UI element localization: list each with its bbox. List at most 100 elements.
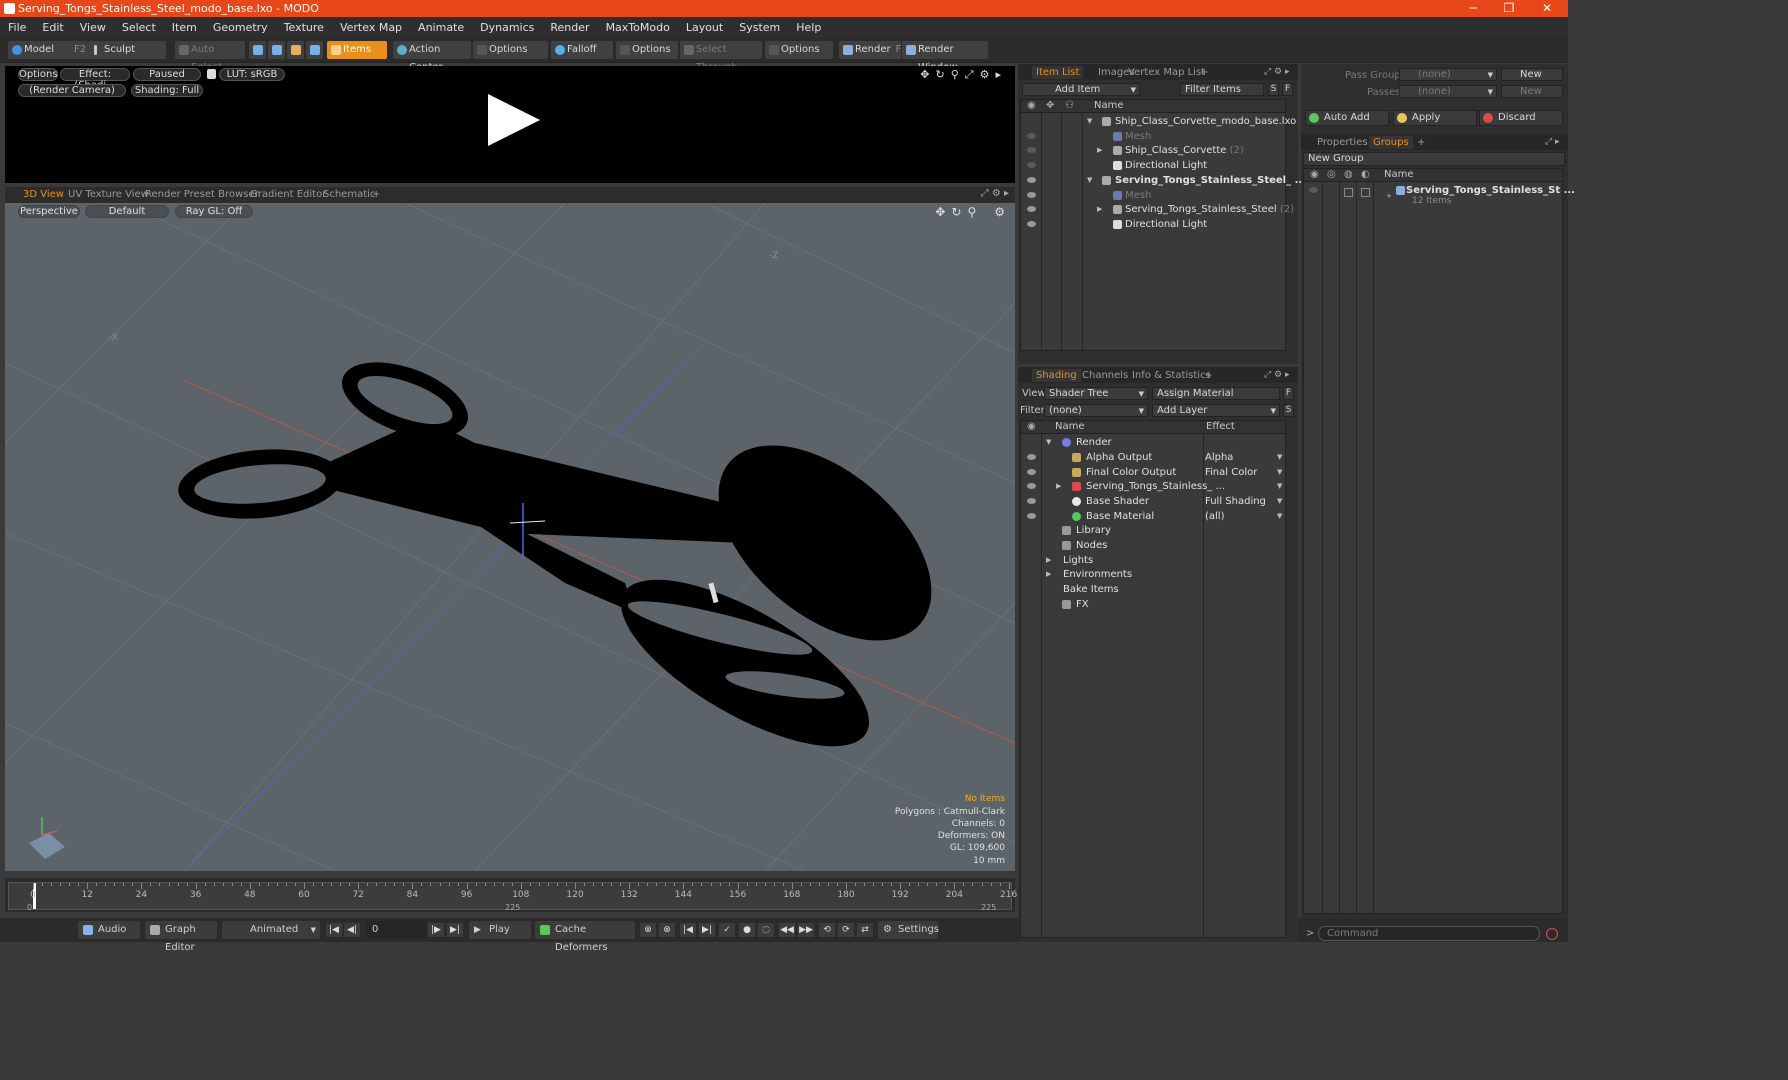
next-keyframe-icon[interactable]: ▶| bbox=[699, 923, 715, 937]
pan-icon[interactable]: ✥ bbox=[935, 205, 945, 219]
previous-key-icon[interactable]: ◀| bbox=[344, 923, 360, 937]
panel-controls-icon[interactable]: ⤢ ⚙ ▸ bbox=[1264, 370, 1290, 380]
new-group-button[interactable]: New Group bbox=[1303, 152, 1565, 166]
visibility-eye-icon[interactable] bbox=[1027, 133, 1036, 139]
menu-animate[interactable]: Animate bbox=[410, 21, 472, 34]
shader-row-fx[interactable]: FX bbox=[1021, 597, 1285, 612]
pass-groups-dropdown[interactable]: (none) ▼ bbox=[1399, 68, 1497, 81]
effect-dropdown-arrow-icon[interactable]: ▼ bbox=[1277, 494, 1282, 509]
visibility-eye-icon[interactable] bbox=[1027, 469, 1036, 475]
menu-file[interactable]: File bbox=[0, 21, 34, 34]
shader-row-base-material[interactable]: Base Material (all) ▼ bbox=[1021, 509, 1285, 524]
command-input[interactable]: Command bbox=[1318, 926, 1540, 941]
shader-tree[interactable]: ◉ Name Effect ▼ Render Alpha Output Alph… bbox=[1020, 420, 1286, 938]
materials-mode-button[interactable] bbox=[306, 41, 323, 59]
viewport-tab-controls-icon[interactable]: ⤢ ⚙ ▸ bbox=[981, 188, 1009, 199]
shader-row-environments[interactable]: ▶ Environments bbox=[1021, 567, 1285, 582]
falloff-button[interactable]: Falloff bbox=[551, 41, 613, 59]
lut-dropdown[interactable]: LUT: sRGB bbox=[219, 68, 285, 81]
new-pass-group-button[interactable]: New bbox=[1501, 68, 1563, 81]
add-tab-button[interactable]: + bbox=[1200, 369, 1216, 382]
new-pass-button[interactable]: New bbox=[1501, 85, 1563, 98]
menu-help[interactable]: Help bbox=[788, 21, 829, 34]
tab-shading[interactable]: Shading bbox=[1032, 369, 1081, 382]
tree-row-light[interactable]: Directional Light bbox=[1021, 158, 1285, 173]
shader-row-material-group[interactable]: ▶ Serving_Tongs_Stainless_ ... ▼ bbox=[1021, 479, 1285, 494]
shading-f-button[interactable]: F bbox=[1283, 387, 1294, 400]
visibility-eye-icon[interactable] bbox=[1027, 147, 1036, 153]
tab-3d-view[interactable]: 3D View bbox=[18, 188, 69, 202]
effect-dropdown-arrow-icon[interactable]: ▼ bbox=[1277, 479, 1282, 494]
graph-editor-button[interactable]: Graph Editor bbox=[145, 921, 217, 953]
render-options-button[interactable]: Options bbox=[18, 68, 58, 81]
tree-row-scene-tongs[interactable]: ▼ Serving_Tongs_Stainless_Steel_ ... bbox=[1021, 173, 1306, 188]
assign-material-button[interactable]: Assign Material bbox=[1152, 387, 1280, 400]
shader-row-library[interactable]: Library bbox=[1021, 523, 1285, 538]
loop-icon[interactable]: ⟲ bbox=[819, 923, 835, 937]
default-style-dropdown[interactable]: Default bbox=[85, 205, 169, 218]
key-filter-icon[interactable]: ⟳ bbox=[838, 923, 854, 937]
effect-dropdown[interactable]: Effect: (Shadi... bbox=[60, 68, 130, 91]
delete-key-icon[interactable]: ◌ bbox=[758, 923, 774, 937]
add-tab-button[interactable]: + bbox=[1196, 66, 1212, 79]
item-tree[interactable]: ◉ ✥ ⚇ Name ▼ Ship_Class_Corvette_modo_ba… bbox=[1020, 99, 1306, 351]
expand-arrow-icon[interactable]: ▼ bbox=[1087, 114, 1092, 129]
visibility-eye-icon[interactable] bbox=[1027, 206, 1036, 212]
add-tab-button[interactable]: + bbox=[1413, 136, 1429, 149]
add-layer-dropdown[interactable]: Add Layer ▼ bbox=[1152, 404, 1280, 417]
minimize-button[interactable]: ─ bbox=[1458, 0, 1488, 17]
effect-dropdown-arrow-icon[interactable]: ▼ bbox=[1277, 450, 1282, 465]
current-frame-field[interactable]: 0 bbox=[366, 921, 426, 939]
tab-channels[interactable]: Channels bbox=[1078, 369, 1132, 382]
polygons-mode-button[interactable] bbox=[287, 41, 304, 59]
shader-view-dropdown[interactable]: Shader Tree ▼ bbox=[1044, 387, 1148, 400]
menu-item[interactable]: Item bbox=[164, 21, 205, 34]
group-row[interactable]: + Serving_Tongs_Stainless_St ... 12 Item… bbox=[1304, 183, 1575, 211]
shader-row-lights[interactable]: ▶ Lights bbox=[1021, 553, 1285, 568]
filter-dropdown[interactable]: (none) ▼ bbox=[1044, 404, 1148, 417]
expand-arrow-icon[interactable]: ▶ bbox=[1097, 143, 1102, 158]
orbit-icon[interactable]: ↻ bbox=[951, 205, 961, 219]
expand-arrow-icon[interactable]: ▶ bbox=[1046, 567, 1051, 582]
menu-texture[interactable]: Texture bbox=[276, 21, 332, 34]
audio-button[interactable]: Audio bbox=[78, 921, 140, 939]
cache-deformers-button[interactable]: Cache Deformers bbox=[535, 921, 635, 953]
vertices-mode-button[interactable] bbox=[249, 41, 266, 59]
tab-groups[interactable]: Groups bbox=[1369, 136, 1413, 149]
timeline-ruler[interactable]: 0 225 225 0 12 24 36 48 60 72 84 96 108 120 132 144 1… bbox=[8, 882, 1055, 912]
filter-items-field[interactable]: Filter Items bbox=[1180, 83, 1264, 96]
record-icon[interactable]: ● bbox=[739, 923, 755, 937]
filter-s-button[interactable]: S bbox=[1268, 83, 1279, 96]
visibility-eye-icon[interactable] bbox=[1027, 177, 1036, 183]
visibility-eye-icon[interactable] bbox=[1027, 483, 1036, 489]
expand-arrow-icon[interactable]: ▶ bbox=[1097, 202, 1102, 217]
maximize-button[interactable]: ❐ bbox=[1494, 0, 1524, 17]
render-camera-dropdown[interactable]: (Render Camera) bbox=[18, 84, 126, 97]
raygl-dropdown[interactable]: Ray GL: Off bbox=[175, 205, 253, 218]
animated-dropdown[interactable]: Animated ▼ bbox=[222, 921, 320, 939]
visibility-eye-icon[interactable] bbox=[1027, 513, 1036, 519]
go-to-start-icon[interactable]: |◀ bbox=[326, 923, 342, 937]
shading-dropdown[interactable]: Shading: Full bbox=[131, 84, 203, 97]
model-mode-button[interactable]: Model F2 bbox=[8, 41, 88, 59]
play-button[interactable]: ▶ Play bbox=[469, 921, 531, 939]
action-center-button[interactable]: Action Center bbox=[393, 41, 471, 73]
auto-key-icon[interactable]: ⊗ bbox=[659, 923, 675, 937]
close-button[interactable]: ✕ bbox=[1532, 0, 1562, 17]
effect-dropdown-arrow-icon[interactable]: ▼ bbox=[1277, 509, 1282, 524]
move-icon[interactable]: ✥ bbox=[920, 68, 929, 82]
menu-maxtomodo[interactable]: MaxToModo bbox=[598, 21, 678, 34]
settings-gear-icon[interactable]: ⚙ bbox=[980, 68, 990, 82]
visibility-eye-icon[interactable] bbox=[1309, 187, 1318, 193]
tree-row-group[interactable]: ▶ Ship_Class_Corvette (2) bbox=[1021, 143, 1285, 158]
menu-render[interactable]: Render bbox=[542, 21, 597, 34]
menu-dynamics[interactable]: Dynamics bbox=[472, 21, 542, 34]
items-mode-button[interactable]: Items bbox=[327, 41, 387, 59]
tree-row-scene-ship[interactable]: ▼ Ship_Class_Corvette_modo_base.lxo bbox=[1021, 114, 1296, 129]
expand-arrow-icon[interactable]: ▶ bbox=[1046, 553, 1051, 568]
prev-keyframe-icon[interactable]: |◀ bbox=[680, 923, 696, 937]
3d-viewport[interactable]: Perspective Default Ray GL: Off ✥ ↻ ⚲ ⚙ … bbox=[5, 203, 1015, 871]
zoom-icon[interactable]: ⚲ bbox=[951, 68, 959, 82]
shader-row-base-shader[interactable]: Base Shader Full Shading ▼ bbox=[1021, 494, 1285, 509]
render-window-button[interactable]: Render Window bbox=[902, 41, 988, 73]
